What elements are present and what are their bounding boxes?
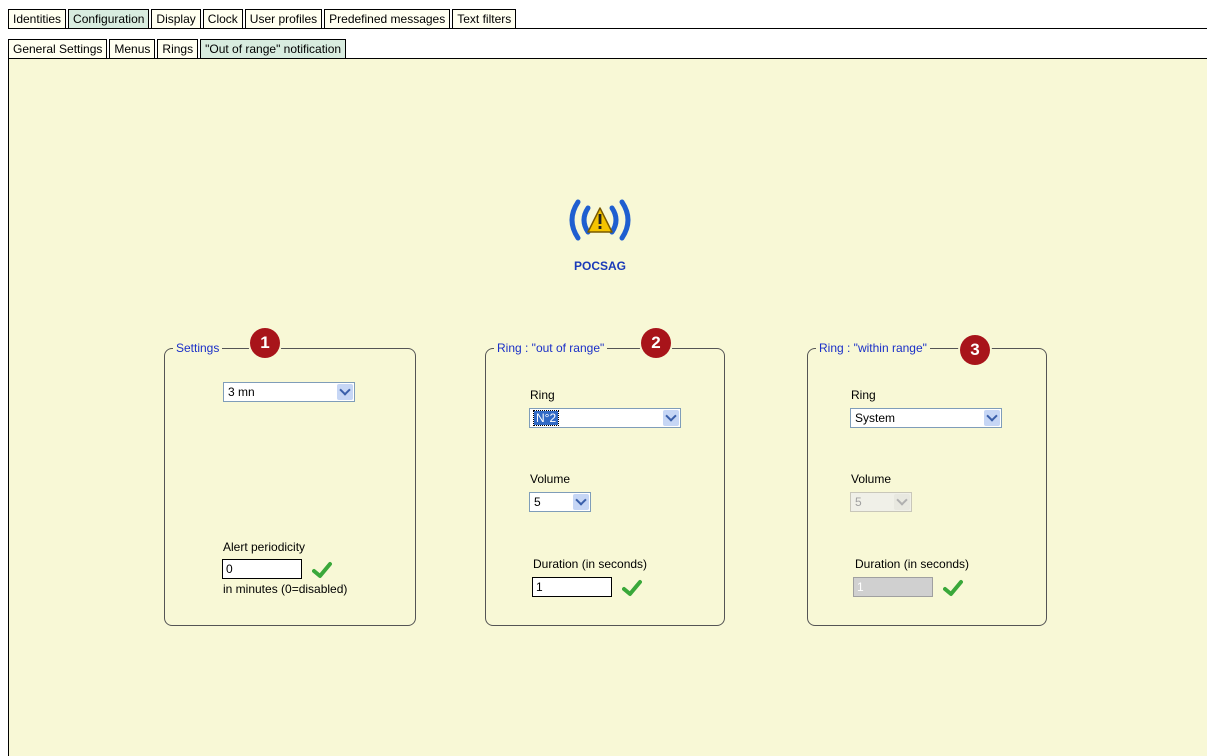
out-duration-input[interactable]: 1 — [532, 577, 612, 597]
tab-display[interactable]: Display — [151, 9, 201, 28]
periodicity-select[interactable]: 3 mn — [223, 382, 355, 402]
step-badge-2: 2 — [641, 328, 671, 358]
tab-predefined-messages[interactable]: Predefined messages — [324, 9, 451, 28]
within-volume-select: 5 — [850, 492, 912, 512]
out-volume-label: Volume — [530, 472, 571, 486]
within-ring-select-value: System — [855, 411, 896, 425]
out-ring-select-value: N°2 — [532, 410, 560, 426]
out-of-range-legend: Ring : "out of range" — [494, 340, 608, 356]
within-duration-label: Duration (in seconds) — [855, 557, 970, 571]
chevron-down-icon[interactable] — [337, 384, 353, 400]
apply-check-icon[interactable] — [622, 579, 642, 597]
alert-periodicity-label: Alert periodicity — [223, 540, 306, 554]
tab-out-of-range-notification[interactable]: "Out of range" notification — [200, 39, 347, 58]
within-ring-label: Ring — [851, 388, 876, 402]
chevron-down-icon[interactable] — [663, 410, 679, 426]
tab-rings[interactable]: Rings — [157, 39, 199, 58]
periodicity-select-value: 3 mn — [228, 385, 255, 399]
apply-check-icon[interactable] — [943, 579, 963, 597]
main-tab-bar: Identities Configuration Display Clock U… — [8, 8, 518, 28]
step-badge-1: 1 — [250, 328, 280, 358]
apply-check-icon[interactable] — [312, 561, 332, 579]
within-volume-select-value: 5 — [855, 495, 862, 509]
pager-warning-icon — [569, 199, 631, 241]
out-volume-select-value: 5 — [534, 495, 541, 509]
tab-identities[interactable]: Identities — [8, 9, 67, 28]
tab-bar-divider — [8, 28, 1207, 29]
out-volume-select[interactable]: 5 — [529, 492, 591, 512]
tab-general-settings[interactable]: General Settings — [8, 39, 108, 58]
tab-user-profiles[interactable]: User profiles — [244, 9, 323, 28]
within-ring-select[interactable]: System — [850, 408, 1002, 428]
alert-periodicity-input[interactable]: 0 — [222, 559, 302, 579]
chevron-down-icon — [894, 494, 910, 510]
chevron-down-icon[interactable] — [984, 410, 1000, 426]
tab-clock[interactable]: Clock — [202, 9, 243, 28]
out-ring-select[interactable]: N°2 — [529, 408, 681, 428]
out-ring-label: Ring — [530, 388, 555, 402]
logo-title: POCSAG — [573, 259, 626, 273]
periodicity-hint: in minutes (0=disabled) — [223, 582, 348, 596]
settings-legend: Settings — [173, 340, 223, 356]
within-range-legend: Ring : "within range" — [816, 340, 930, 356]
within-volume-label: Volume — [851, 472, 892, 486]
tab-text-filters[interactable]: Text filters — [452, 9, 517, 28]
tab-menus[interactable]: Menus — [109, 39, 156, 58]
within-duration-input: 1 — [853, 577, 933, 597]
sub-tab-bar: General Settings Menus Rings "Out of ran… — [8, 38, 348, 58]
step-badge-3: 3 — [960, 335, 990, 365]
tab-configuration[interactable]: Configuration — [68, 9, 150, 28]
chevron-down-icon[interactable] — [573, 494, 589, 510]
out-duration-label: Duration (in seconds) — [533, 557, 648, 571]
